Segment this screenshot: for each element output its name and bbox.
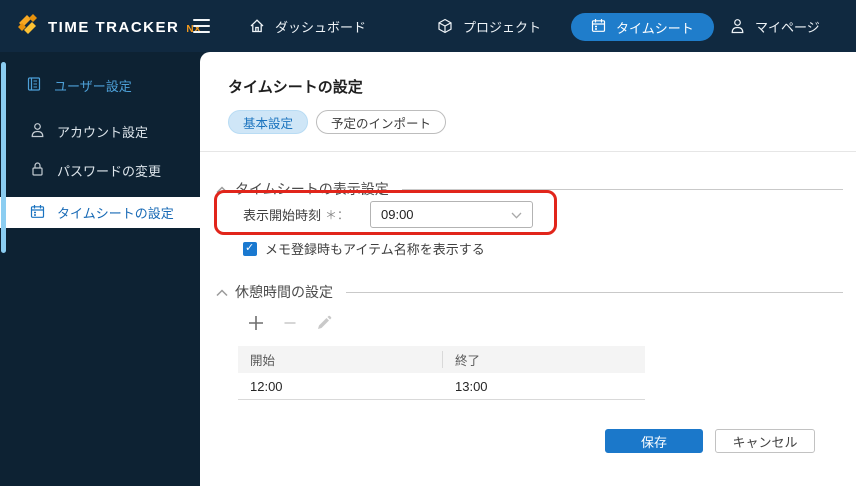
hamburger-menu-icon[interactable] — [193, 19, 210, 33]
section-header-break-settings[interactable]: 休憩時間の設定 — [216, 282, 843, 302]
break-table-toolbar — [246, 313, 334, 333]
logo-zigzag-icon — [14, 11, 41, 43]
app-logo[interactable]: TIME TRACKER NX — [14, 11, 201, 43]
chevron-down-icon — [511, 206, 522, 224]
sidebar-heading-label: ユーザー設定 — [54, 78, 132, 94]
section-rule-line — [401, 188, 843, 190]
home-icon — [249, 18, 265, 34]
top-navigation-bar: TIME TRACKER NX ダッシュボード プロジェクト タイムシート マイ… — [0, 0, 856, 52]
table-header-row: 開始 終了 — [238, 346, 645, 373]
nav-item-dashboard[interactable]: ダッシュボード — [249, 0, 366, 52]
lock-icon — [30, 161, 45, 180]
sidebar-item-change-password[interactable]: パスワードの変更 — [0, 155, 200, 185]
nav-item-mypage[interactable]: マイページ — [730, 0, 820, 52]
logo-brand-text: TIME TRACKER — [48, 18, 180, 36]
remove-icon[interactable] — [280, 313, 300, 333]
sidebar-item-timesheet-settings-selected[interactable]: タイムシートの設定 — [0, 197, 200, 228]
table-header-start: 開始 — [238, 351, 443, 368]
settings-tabs: 基本設定 予定のインポート — [228, 110, 447, 134]
start-time-field-row: 表示開始時刻 ＊： — [243, 201, 349, 228]
nav-item-label: プロジェクト — [463, 19, 542, 35]
break-times-table: 開始 終了 12:00 13:00 — [238, 346, 645, 400]
cancel-button[interactable]: キャンセル — [715, 429, 815, 453]
sidebar-item-account-settings[interactable]: アカウント設定 — [0, 116, 200, 146]
chevron-up-icon — [216, 181, 228, 199]
memo-checkbox-row[interactable]: メモ登録時もアイテム名称を表示する — [243, 239, 485, 258]
tab-schedule-import[interactable]: 予定のインポート — [316, 110, 447, 134]
sidebar-heading-user-settings[interactable]: ユーザー設定 — [0, 70, 200, 100]
person-icon — [730, 18, 745, 34]
nav-item-project[interactable]: プロジェクト — [437, 0, 541, 52]
tab-basic-settings[interactable]: 基本設定 — [228, 110, 309, 134]
start-time-label: 表示開始時刻 — [243, 208, 322, 223]
tabs-separator-line — [200, 151, 856, 152]
app-window: TIME TRACKER NX ダッシュボード プロジェクト タイムシート マイ… — [0, 0, 856, 486]
page-title: タイムシートの設定 — [228, 79, 363, 96]
start-time-select[interactable]: 09:00 — [370, 201, 533, 228]
cube-icon — [437, 18, 453, 34]
break-start-value: 12:00 — [250, 378, 283, 394]
calendar-icon — [30, 204, 45, 222]
journal-icon — [26, 76, 42, 95]
main-content-panel: タイムシートの設定 基本設定 予定のインポート タイムシートの表示設定 表示開始… — [200, 52, 856, 486]
nav-item-label: マイページ — [755, 19, 820, 35]
nav-item-label: ダッシュボード — [275, 19, 367, 35]
table-header-end: 終了 — [455, 354, 481, 368]
sidebar-item-label: アカウント設定 — [57, 124, 149, 140]
nav-item-label: タイムシート — [616, 20, 694, 36]
sidebar-scrollbar[interactable] — [1, 62, 6, 253]
checkbox-checked-icon[interactable] — [243, 241, 257, 256]
section-title: 休憩時間の設定 — [235, 284, 333, 300]
add-icon[interactable] — [246, 313, 266, 333]
section-header-display-settings[interactable]: タイムシートの表示設定 — [216, 179, 843, 199]
nav-item-timesheet-active[interactable]: タイムシート — [571, 13, 714, 41]
table-row[interactable]: 12:00 13:00 — [238, 373, 645, 400]
edit-pencil-icon[interactable] — [314, 313, 334, 333]
section-title: タイムシートの表示設定 — [235, 181, 389, 197]
break-end-value: 13:00 — [455, 378, 488, 394]
settings-sidebar: ユーザー設定 アカウント設定 パスワードの変更 タイムシートの設定 — [0, 52, 200, 486]
start-time-select-value: 09:00 — [381, 207, 414, 222]
calendar-icon — [591, 18, 606, 36]
section-rule-line — [346, 291, 843, 293]
save-button[interactable]: 保存 — [605, 429, 703, 453]
memo-checkbox-label: メモ登録時もアイテム名称を表示する — [265, 242, 485, 257]
sidebar-item-label: パスワードの変更 — [57, 163, 162, 179]
required-mark: ＊： — [325, 208, 350, 222]
chevron-up-icon — [216, 284, 228, 302]
sidebar-item-label: タイムシートの設定 — [57, 206, 174, 221]
person-icon — [30, 122, 45, 141]
